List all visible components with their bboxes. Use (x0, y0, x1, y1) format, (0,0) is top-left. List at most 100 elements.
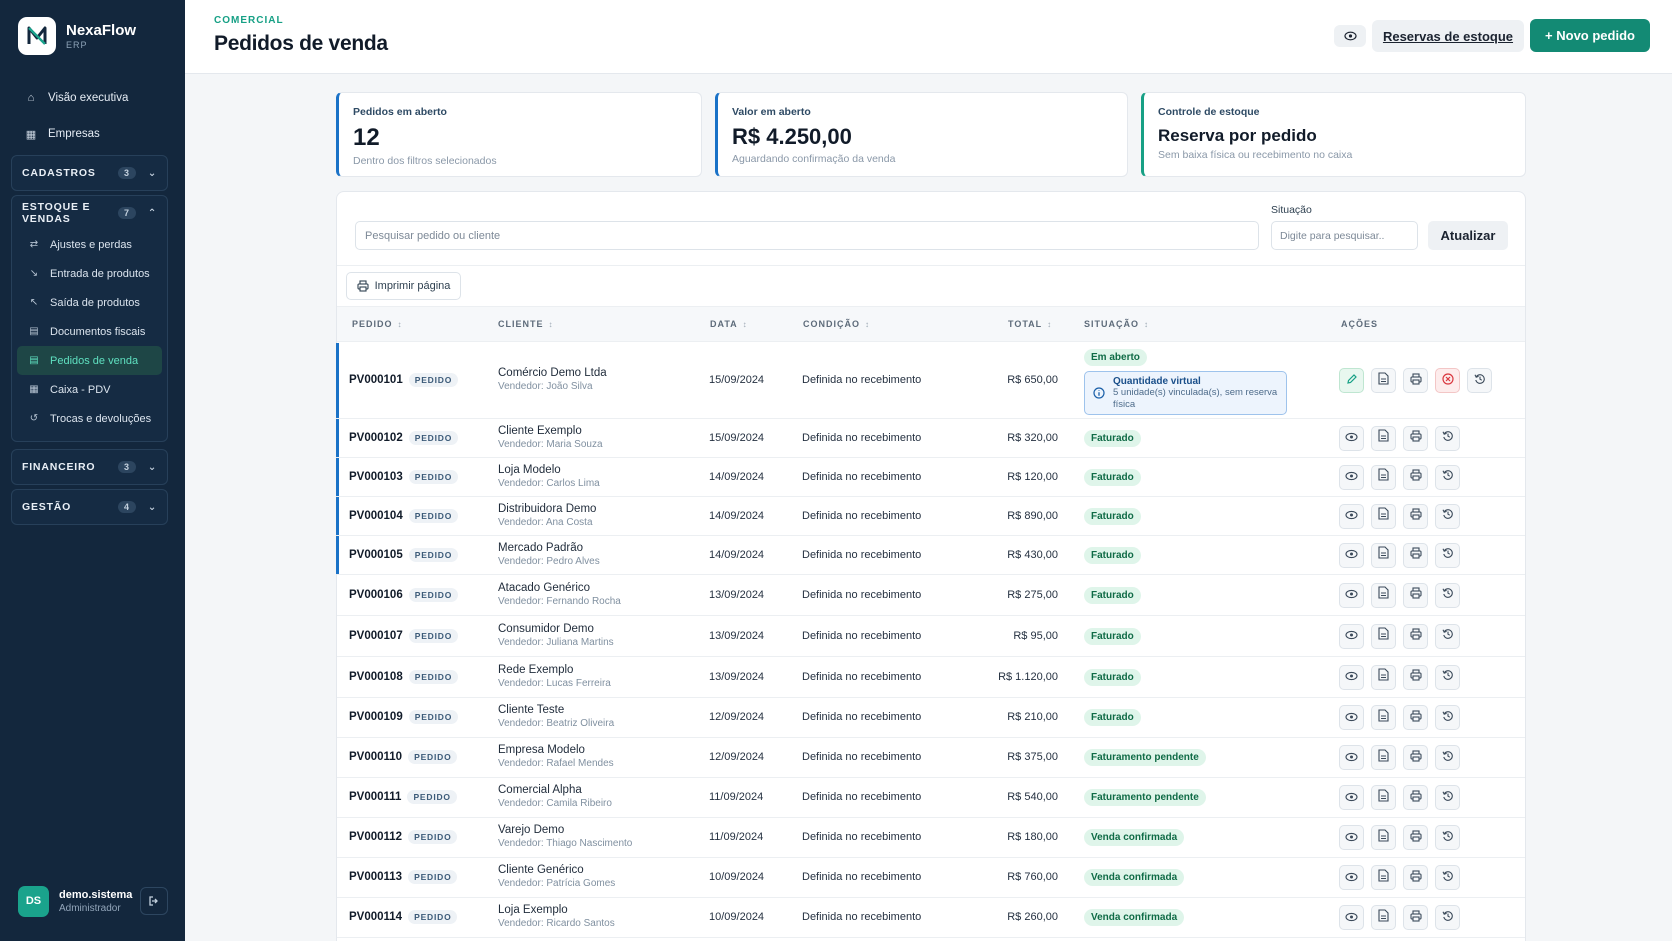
order-id[interactable]: PV000101 (349, 374, 403, 386)
order-id[interactable]: PV000110 (349, 751, 402, 763)
search-input[interactable] (355, 221, 1259, 250)
table-row[interactable]: PV000110 PEDIDO Empresa Modelo Vendedor: … (337, 738, 1525, 778)
history-button[interactable] (1435, 865, 1460, 890)
table-row[interactable]: PV000114 PEDIDO Loja Exemplo Vendedor: Ri… (337, 898, 1525, 938)
nav-item-saida-produtos[interactable]: ↖ Saída de produtos (17, 288, 162, 317)
document-button[interactable] (1371, 582, 1396, 608)
order-id[interactable]: PV000106 (349, 589, 403, 601)
edit-button[interactable] (1339, 368, 1364, 393)
view-button[interactable] (1339, 542, 1364, 568)
history-button[interactable] (1435, 705, 1460, 730)
print-button[interactable] (1403, 745, 1428, 770)
document-button[interactable] (1371, 745, 1396, 770)
order-id[interactable]: PV000111 (349, 791, 401, 803)
nav-item-entrada-produtos[interactable]: ↘ Entrada de produtos (17, 259, 162, 288)
history-button[interactable] (1467, 368, 1492, 393)
new-order-button[interactable]: + Novo pedido (1530, 19, 1650, 52)
document-button[interactable] (1371, 503, 1396, 529)
history-button[interactable] (1435, 542, 1460, 568)
order-id[interactable]: PV000104 (349, 510, 403, 522)
history-button[interactable] (1435, 745, 1460, 770)
order-id[interactable]: PV000109 (349, 711, 403, 723)
visibility-toggle-button[interactable] (1334, 25, 1366, 47)
view-button[interactable] (1339, 705, 1364, 730)
table-row[interactable]: PV000113 PEDIDO Cliente Genérico Vendedor… (337, 858, 1525, 898)
print-button[interactable] (1403, 905, 1428, 930)
history-button[interactable] (1435, 785, 1460, 810)
view-button[interactable] (1339, 503, 1364, 529)
history-button[interactable] (1435, 425, 1460, 451)
view-button[interactable] (1339, 745, 1364, 770)
print-button[interactable] (1403, 623, 1428, 649)
print-button[interactable] (1403, 664, 1428, 690)
order-id[interactable]: PV000105 (349, 549, 403, 561)
table-row[interactable]: PV000107 PEDIDO Consumidor Demo Vendedor:… (337, 616, 1525, 657)
print-button[interactable] (1403, 542, 1428, 568)
print-button[interactable] (1403, 582, 1428, 608)
history-button[interactable] (1435, 503, 1460, 529)
document-button[interactable] (1371, 785, 1396, 810)
order-id[interactable]: PV000108 (349, 671, 403, 683)
table-row[interactable]: PV000108 PEDIDO Rede Exemplo Vendedor: Lu… (337, 657, 1525, 698)
print-button[interactable] (1403, 368, 1428, 393)
document-button[interactable] (1371, 664, 1396, 690)
view-button[interactable] (1339, 664, 1364, 690)
nav-item-caixa-pdv[interactable]: ▦ Caixa - PDV (17, 375, 162, 404)
logout-button[interactable] (140, 887, 168, 915)
print-button[interactable] (1403, 503, 1428, 529)
order-id[interactable]: PV000114 (349, 911, 402, 923)
view-button[interactable] (1339, 582, 1364, 608)
print-button[interactable] (1403, 464, 1428, 490)
document-button[interactable] (1371, 464, 1396, 490)
table-row[interactable]: PV000104 PEDIDO Distribuidora Demo Vended… (336, 497, 1525, 536)
history-button[interactable] (1435, 905, 1460, 930)
table-row[interactable]: PV000105 PEDIDO Mercado Padrão Vendedor: … (336, 536, 1525, 575)
column-header-data[interactable]: DATA ↕ (710, 319, 748, 329)
table-row[interactable]: PV000101 PEDIDO Comércio Demo Ltda Vended… (336, 343, 1525, 419)
breadcrumb[interactable]: COMERCIAL (214, 15, 284, 26)
column-header-situacao[interactable]: SITUAÇÃO ↕ (1084, 319, 1149, 329)
view-button[interactable] (1339, 785, 1364, 810)
table-row[interactable]: PV000111 PEDIDO Comercial Alpha Vendedor:… (337, 778, 1525, 818)
document-button[interactable] (1371, 905, 1396, 930)
view-button[interactable] (1339, 865, 1364, 890)
order-id[interactable]: PV000113 (349, 871, 402, 883)
document-button[interactable] (1371, 825, 1396, 850)
table-row[interactable]: PV000112 PEDIDO Varejo Demo Vendedor: Thi… (337, 818, 1525, 858)
history-button[interactable] (1435, 623, 1460, 649)
status-filter-input[interactable] (1271, 221, 1418, 250)
brand[interactable]: NexaFlow ERP (18, 17, 136, 55)
column-header-total[interactable]: TOTAL ↕ (1008, 319, 1052, 329)
cancel-button[interactable] (1435, 368, 1460, 393)
nav-item-empresas[interactable]: ▦ Empresas (12, 120, 167, 148)
document-button[interactable] (1371, 623, 1396, 649)
document-button[interactable] (1371, 542, 1396, 568)
nav-item-documentos-fiscais[interactable]: ▤ Documentos fiscais (17, 317, 162, 346)
view-button[interactable] (1339, 425, 1364, 451)
column-header-condicao[interactable]: CONDIÇÃO ↕ (803, 319, 870, 329)
nav-group-header[interactable]: ESTOQUE E VENDAS 7 ⌃ (12, 196, 167, 230)
order-id[interactable]: PV000103 (349, 471, 403, 483)
order-id[interactable]: PV000112 (349, 831, 402, 843)
view-button[interactable] (1339, 623, 1364, 649)
document-button[interactable] (1371, 368, 1396, 393)
nav-group-header[interactable]: CADASTROS 3 ⌄ (12, 156, 167, 190)
print-button[interactable] (1403, 705, 1428, 730)
document-button[interactable] (1371, 705, 1396, 730)
nav-item-trocas-devolucoes[interactable]: ↺ Trocas e devoluções (17, 404, 162, 433)
table-row[interactable]: PV000103 PEDIDO Loja Modelo Vendedor: Car… (336, 458, 1525, 497)
print-button[interactable] (1403, 785, 1428, 810)
avatar[interactable]: DS (18, 885, 49, 917)
nav-item-visao-executiva[interactable]: ⌂ Visão executiva (12, 84, 167, 112)
view-button[interactable] (1339, 905, 1364, 930)
order-id[interactable]: PV000102 (349, 432, 403, 444)
refresh-button[interactable]: Atualizar (1428, 221, 1508, 250)
document-button[interactable] (1371, 865, 1396, 890)
history-button[interactable] (1435, 582, 1460, 608)
nav-item-ajustes-perdas[interactable]: ⇄ Ajustes e perdas (17, 230, 162, 259)
table-row[interactable]: PV000109 PEDIDO Cliente Teste Vendedor: B… (337, 698, 1525, 738)
table-row[interactable]: PV000106 PEDIDO Atacado Genérico Vendedor… (337, 575, 1525, 616)
print-button[interactable] (1403, 865, 1428, 890)
history-button[interactable] (1435, 464, 1460, 490)
history-button[interactable] (1435, 825, 1460, 850)
